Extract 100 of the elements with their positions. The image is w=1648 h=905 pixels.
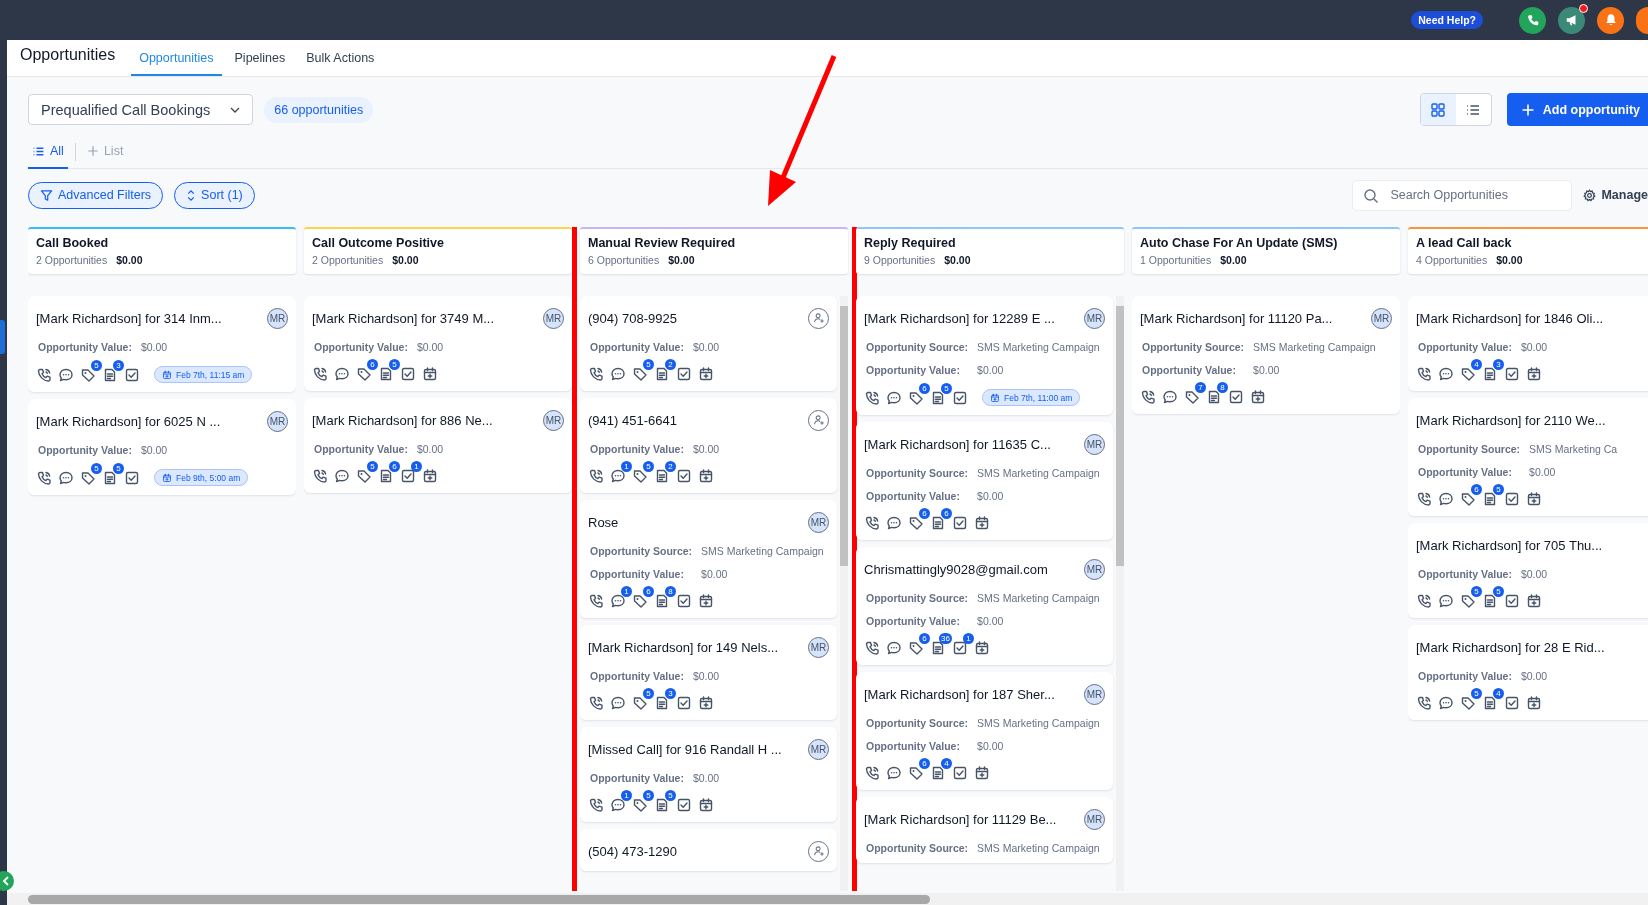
phone-icon [36, 469, 52, 486]
sort-button[interactable]: Sort (1) [174, 181, 255, 209]
field-value: $0.00 [1253, 364, 1281, 376]
appointment-chip[interactable]: Feb 7th, 11:00 am [982, 389, 1081, 406]
checkbox-icon [1504, 593, 1520, 609]
opportunity-card[interactable]: [Mark Richardson] for 3749 M... MR Opportunity Value: $0.00 6 5 [304, 296, 572, 391]
phone-icon [36, 366, 52, 383]
opportunity-card[interactable]: (941) 451-6641 Opportunity Value: $0.00 1 5 2 [580, 398, 837, 493]
field-value: SMS Marketing Campaign [1253, 341, 1377, 353]
card-title: (941) 451-6641 [588, 412, 677, 428]
opportunity-card[interactable]: [Mark Richardson] for 1846 Oli... Opportunity Value: $0.00 4 3 [1408, 296, 1648, 391]
opportunity-card[interactable]: (504) 473-1290 [580, 829, 837, 871]
field-value: $0.00 [977, 490, 1005, 502]
opportunity-card[interactable]: [Missed Call] for 916 Randall H ... MR Opportunity Value: $0.00 1 5 5 [580, 727, 837, 822]
count-badge: 7 [1195, 382, 1206, 393]
chat-icon [1438, 695, 1454, 711]
field-label: Opportunity Value: [590, 670, 684, 682]
vertical-scrollbar[interactable] [840, 296, 848, 891]
note-icon [102, 366, 118, 383]
opportunity-count: 9 Opportunities [864, 254, 936, 266]
tag-icon [356, 468, 372, 484]
field-value: $0.00 [416, 341, 445, 353]
chat-icon [334, 468, 350, 484]
vertical-scrollbar[interactable] [1116, 296, 1124, 891]
note-icon [654, 695, 670, 711]
phone-button[interactable] [1519, 6, 1546, 34]
page-title: Opportunities [20, 46, 116, 64]
add-opportunity-button[interactable]: Add opportunity [1506, 93, 1648, 126]
note-icon [102, 469, 118, 486]
checkbox-icon [952, 389, 968, 406]
count-badge: 1 [621, 586, 632, 597]
nav-tab[interactable]: Pipelines [226, 42, 294, 76]
assign-user-button[interactable] [808, 840, 829, 862]
opportunity-card[interactable]: [Mark Richardson] for 28 E Rid... Opportunity Value: $0.00 5 4 [1408, 625, 1648, 720]
opportunity-card[interactable]: [Mark Richardson] for 314 Inm... MR Opportunity Value: $0.00 5 3 Feb 7th, 11:15 am [28, 296, 296, 392]
view-tab[interactable]: All [28, 135, 68, 169]
avatar-icon[interactable] [1636, 6, 1648, 34]
nav-tab[interactable]: Opportunities [131, 42, 222, 76]
opportunity-card[interactable]: [Mark Richardson] for 6025 N ... MR Opportunity Value: $0.00 5 5 Feb 9th, 5:00 am [28, 399, 296, 495]
count-badge: 4 [1471, 359, 1482, 370]
chat-icon [1438, 593, 1454, 609]
phone-icon [864, 640, 880, 656]
opportunity-card[interactable]: [Mark Richardson] for 187 Sher... MR Opportunity Source: SMS Marketing Campaign Opportunity Value: $0.00 6 4 [856, 672, 1113, 790]
opportunity-card[interactable]: (904) 708-9925 Opportunity Value: $0.00 5 2 [580, 296, 837, 391]
phone-icon [588, 695, 604, 711]
tag-icon [356, 366, 372, 382]
notifications-button[interactable] [1597, 6, 1624, 34]
field-value: SMS Marketing Campaign [977, 592, 1101, 604]
count-badge: 6 [919, 758, 930, 769]
checkbox-icon [124, 469, 140, 486]
field-label: Opportunity Value: [590, 341, 684, 353]
add-user-icon [812, 845, 825, 857]
field-label: Opportunity Value: [866, 740, 961, 752]
field-value: $0.00 [977, 364, 1005, 376]
field-label: Opportunity Source: [866, 341, 969, 353]
add-user-icon [812, 312, 825, 324]
assign-user-button[interactable] [808, 409, 829, 431]
chat-icon [1438, 491, 1454, 507]
card-title: (504) 473-1290 [588, 843, 677, 859]
phone-icon [1416, 491, 1432, 507]
note-icon [1482, 366, 1498, 382]
sort-icon [186, 188, 197, 202]
opportunity-card[interactable]: [Mark Richardson] for 11635 C... MR Opportunity Source: SMS Marketing Campaign Opportunity Value: $0.00 6 6 [856, 422, 1113, 540]
advanced-filters-button[interactable]: Advanced Filters [28, 181, 164, 209]
field-label: Opportunity Source: [866, 467, 969, 479]
tag-icon [80, 469, 96, 486]
pipeline-dropdown[interactable]: Prequalified Call Bookings [28, 94, 254, 125]
card-title: [Mark Richardson] for 705 Thu... [1416, 537, 1603, 553]
count-badge: 6 [919, 633, 930, 644]
nav-tab[interactable]: Bulk Actions [298, 42, 383, 76]
calendar-icon [1526, 593, 1542, 609]
opportunity-card[interactable]: [Mark Richardson] for 11129 Be... MR Opportunity Source: SMS Marketing Campaign [856, 797, 1113, 863]
opportunity-card[interactable]: [Mark Richardson] for 2110 We... Opportunity Source: SMS Marketing Ca Opportunity Value: $0.00 6 5 [1408, 398, 1648, 516]
opportunity-card[interactable]: [Mark Richardson] for 12289 E ... MR Opportunity Source: SMS Marketing Campaign Opportunity Value: $0.00 6 5 Feb 7th, 11:00 am [856, 296, 1113, 415]
note-icon [1482, 593, 1498, 609]
opportunity-card[interactable]: [Mark Richardson] for 886 Ne... MR Opportunity Value: $0.00 5 6 1 [304, 398, 572, 493]
tag-icon [908, 389, 924, 406]
field-label: Opportunity Value: [866, 364, 961, 376]
opportunity-card[interactable]: [Mark Richardson] for 149 Nels... MR Opportunity Value: $0.00 5 3 [580, 625, 837, 720]
opportunity-card[interactable]: [Mark Richardson] for 705 Thu... Opportunity Value: $0.00 5 5 [1408, 523, 1648, 618]
count-badge: 3 [113, 359, 124, 371]
count-badge: 5 [1471, 586, 1482, 597]
opportunity-card[interactable]: [Mark Richardson] for 11120 Pa... MR Opportunity Source: SMS Marketing Campaign Opportunity Value: $0.00 7 8 [1132, 296, 1400, 414]
note-icon [930, 515, 946, 531]
assign-user-button[interactable] [808, 307, 829, 329]
collapse-button[interactable] [0, 871, 14, 891]
megaphone-icon [1564, 13, 1579, 27]
opportunity-card[interactable]: Rose MR Opportunity Source: SMS Marketing Campaign Opportunity Value: $0.00 1 6 8 [580, 500, 837, 618]
announcement-button[interactable] [1558, 6, 1585, 34]
appointment-chip[interactable]: Feb 7th, 11:15 am [154, 366, 253, 383]
stage-title: A lead Call back [1416, 236, 1513, 250]
manage-button[interactable]: Manage [1583, 188, 1648, 202]
help-button[interactable]: Need Help? [1411, 11, 1483, 29]
count-badge: 5 [113, 462, 124, 474]
horizontal-scrollbar[interactable] [28, 895, 930, 904]
appointment-chip[interactable]: Feb 9th, 5:00 am [154, 469, 249, 486]
grid-view-button[interactable] [1420, 94, 1456, 125]
opportunity-card[interactable]: Chrismattingly9028@gmail.com MR Opportunity Source: SMS Marketing Campaign Opportunity Value: $0.00 6 36 1 [856, 547, 1113, 665]
count-badge: 5 [1471, 688, 1482, 699]
search-field[interactable]: Search Opportunities [1352, 179, 1573, 211]
